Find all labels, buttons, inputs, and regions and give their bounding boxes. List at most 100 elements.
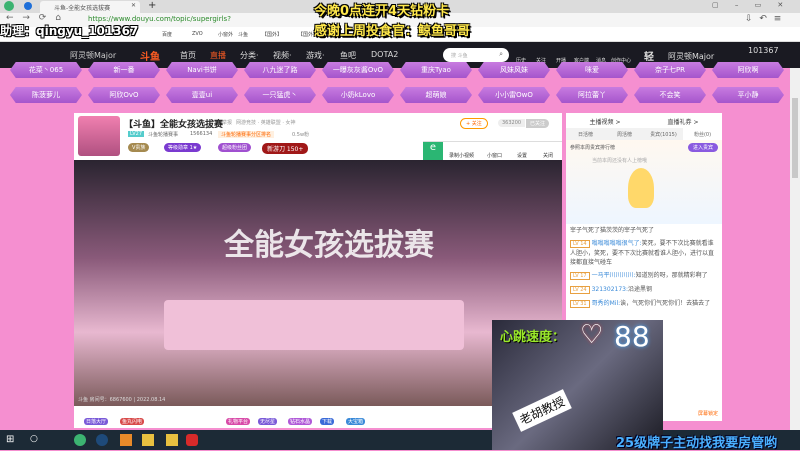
follow-button[interactable]: + 关注 bbox=[460, 118, 488, 129]
anchor-tag[interactable]: 花菜丶065 bbox=[10, 62, 82, 78]
record-clip-button[interactable]: 录制小视频 bbox=[449, 152, 474, 159]
douyu-logo[interactable]: 斗鱼 bbox=[140, 48, 160, 63]
tab-vip[interactable]: 贵宾(1015) bbox=[644, 128, 683, 140]
new-tab-icon[interactable]: + bbox=[148, 0, 156, 11]
chat-text: 沿途黑钢 bbox=[628, 286, 653, 293]
event-banner[interactable]: 阿灵顿Major bbox=[70, 50, 116, 61]
app-taskbar-icon[interactable] bbox=[142, 434, 154, 446]
bookmark[interactable]: 【国外】 bbox=[262, 31, 282, 38]
bookmark[interactable]: 斗鱼 bbox=[238, 31, 248, 38]
subscribe-button[interactable]: 已关注 bbox=[526, 119, 550, 128]
webcam-overlay: 心跳速度： ♡ 88 老胡教授 bbox=[492, 320, 663, 450]
anchor-tag[interactable]: 超萌娘 bbox=[400, 87, 472, 103]
chat-username[interactable]: 321302173: bbox=[592, 286, 628, 293]
browser-app-icon[interactable] bbox=[24, 2, 32, 10]
live-coupon-link[interactable]: 直播礼券 > bbox=[668, 117, 699, 128]
anchor-tag[interactable]: 一只猛虎丶 bbox=[244, 87, 316, 103]
search-icon[interactable]: ⌕ bbox=[499, 50, 503, 59]
window-controls[interactable]: ▢ – ▭ ✕ bbox=[712, 1, 783, 9]
anchor-tag[interactable]: 小小雷OwO bbox=[478, 87, 550, 103]
anchor-tag[interactable]: 阿拉蕾丫 bbox=[556, 87, 628, 103]
nav-category[interactable]: 分类· bbox=[240, 50, 259, 61]
gift-item[interactable]: 大宝箱 bbox=[346, 418, 366, 425]
gift-item[interactable]: 钻石水晶 bbox=[288, 418, 313, 425]
anchor-tag[interactable]: 奈子七PR bbox=[634, 62, 706, 78]
nav-dota2[interactable]: DOTA2 bbox=[371, 50, 398, 59]
tab-douyu[interactable]: 斗鱼-全能女孩选拔赛 ✕ bbox=[40, 1, 140, 13]
anchor-name[interactable]: 斗鱼轮播赛事 bbox=[148, 131, 178, 138]
app-taskbar-icon[interactable] bbox=[166, 434, 178, 446]
settings-button[interactable]: 设置 bbox=[517, 152, 527, 159]
anchor-tag[interactable]: 咪爱 bbox=[556, 62, 628, 78]
anchor-tag[interactable]: 新一番 bbox=[88, 62, 160, 78]
tab-weekly-rank[interactable]: 周活榜 bbox=[605, 128, 644, 140]
video-player[interactable]: 全能女孩选拔赛 斗鱼 房间号：6867600 | 2022.08.14 bbox=[74, 160, 562, 406]
browser-taskbar-icon[interactable] bbox=[74, 434, 86, 446]
chat-message: LV 17 一马平川川川川:知道别的呀，那就精彩啊了 bbox=[566, 269, 722, 283]
player-tools: e 录制小视频 小窗口 设置 关闭 bbox=[423, 141, 562, 161]
toolbar-icons[interactable]: ⇩ ↶ ≡ bbox=[745, 14, 781, 24]
new-game-badge[interactable]: 新游刀 150+ bbox=[262, 143, 309, 154]
fan-club-badge[interactable]: 超级粉丝团 bbox=[218, 143, 252, 152]
tab-fans[interactable]: 粉丝(0) bbox=[683, 128, 722, 140]
enter-vip-button[interactable]: 进入贵宾 bbox=[687, 143, 718, 152]
chat-username[interactable]: 哥秀的Mil: bbox=[592, 300, 621, 307]
browser-logo-icon bbox=[4, 1, 14, 11]
bookmark[interactable]: 小窗外 bbox=[218, 31, 233, 38]
bookmark[interactable]: ZVO bbox=[192, 31, 203, 37]
level-medal-badge[interactable]: 等级勋章 1★ bbox=[164, 143, 202, 152]
bookmark[interactable]: 百度 bbox=[162, 31, 172, 38]
noble-badge[interactable]: V贵族 bbox=[128, 143, 150, 152]
app-taskbar-icon[interactable] bbox=[120, 434, 132, 446]
lock-screen-button[interactable]: 屏幕锁定 bbox=[698, 410, 718, 417]
anchor-tag[interactable]: 不会笑 bbox=[634, 87, 706, 103]
anchor-tag[interactable]: Navi书饼 bbox=[166, 62, 238, 78]
gift-item[interactable]: 鱼丸闪电 bbox=[120, 418, 145, 425]
chat-username[interactable]: 嗡嗡嗡嗡嗡很气了: bbox=[592, 240, 642, 247]
chat-text: 诶，气死你们气死你们！去猫去了 bbox=[620, 300, 711, 307]
overlay-top-line2: 感谢上周投食官：鲸鱼哥哥 bbox=[314, 24, 471, 39]
tab-daily-rank[interactable]: 日活榜 bbox=[566, 128, 605, 140]
anchor-tag[interactable]: 小奶kLovo bbox=[322, 87, 394, 103]
nav-live[interactable]: 直播 bbox=[210, 50, 226, 61]
nav-video[interactable]: 视频· bbox=[273, 50, 292, 61]
anchor-tag[interactable]: 一曝灰灰酱OvO bbox=[322, 62, 394, 78]
gift-item[interactable]: 下载 bbox=[320, 418, 335, 425]
heart-rate-value: 88 bbox=[614, 320, 650, 353]
anchor-tag[interactable]: 平小静 bbox=[712, 87, 784, 103]
light-badge[interactable]: 轻 bbox=[644, 48, 654, 63]
nav-games[interactable]: 游戏· bbox=[306, 50, 325, 61]
anchor-tag[interactable]: 阿欣啊 bbox=[712, 62, 784, 78]
anchor-tag[interactable]: 重庆Tyao bbox=[400, 62, 472, 78]
anchor-tag[interactable]: 陈菠萝儿 bbox=[10, 87, 82, 103]
stage-desk bbox=[164, 300, 464, 350]
chat-username[interactable]: 一马平川川川川: bbox=[592, 272, 636, 279]
page-scrollbar[interactable] bbox=[790, 68, 800, 430]
anchor-tag[interactable]: 风妹风妹 bbox=[478, 62, 550, 78]
close-tab-icon[interactable]: ✕ bbox=[131, 2, 136, 9]
gift-item[interactable]: 无尽星 bbox=[258, 418, 278, 425]
rank-badge[interactable]: 斗鱼轮播赛事分区排名 bbox=[218, 131, 275, 138]
right-banner[interactable]: 阿灵顿Major bbox=[668, 51, 714, 62]
mini-window-button[interactable]: 小窗口 bbox=[487, 152, 502, 159]
search-input[interactable]: 搜 斗鱼 ⌕ bbox=[443, 48, 509, 62]
app-taskbar-icon[interactable] bbox=[96, 434, 108, 446]
report-link[interactable]: 举报 bbox=[222, 119, 232, 126]
anchor-tag[interactable]: 阿欣OvO bbox=[88, 87, 160, 103]
anchor-video-link[interactable]: 主播视频 > bbox=[590, 117, 621, 128]
room-category[interactable]: 网游竞技 · 英雄联盟 · 女神 bbox=[236, 119, 296, 126]
nav-yuba[interactable]: 鱼吧 bbox=[340, 50, 356, 61]
room-avatar[interactable] bbox=[78, 116, 120, 156]
windows-start-icon[interactable]: ⊞ bbox=[6, 434, 14, 445]
close-button[interactable]: 关闭 bbox=[543, 152, 553, 159]
user-id[interactable]: 101367 bbox=[748, 46, 779, 55]
gift-item[interactable]: 日落大厅 bbox=[84, 418, 109, 425]
chat-message: LV 24 321302173:沿途黑钢 bbox=[566, 283, 722, 297]
gift-item[interactable]: 礼物平台 bbox=[226, 418, 251, 425]
anchor-tag[interactable]: 八九迷了路 bbox=[244, 62, 316, 78]
scrollbar-thumb[interactable] bbox=[792, 98, 798, 178]
app-taskbar-icon[interactable] bbox=[186, 434, 198, 446]
nav-home[interactable]: 首页 bbox=[180, 50, 196, 61]
anchor-tag[interactable]: 壹壹ui bbox=[166, 87, 238, 103]
search-icon[interactable]: ○ bbox=[30, 434, 38, 444]
